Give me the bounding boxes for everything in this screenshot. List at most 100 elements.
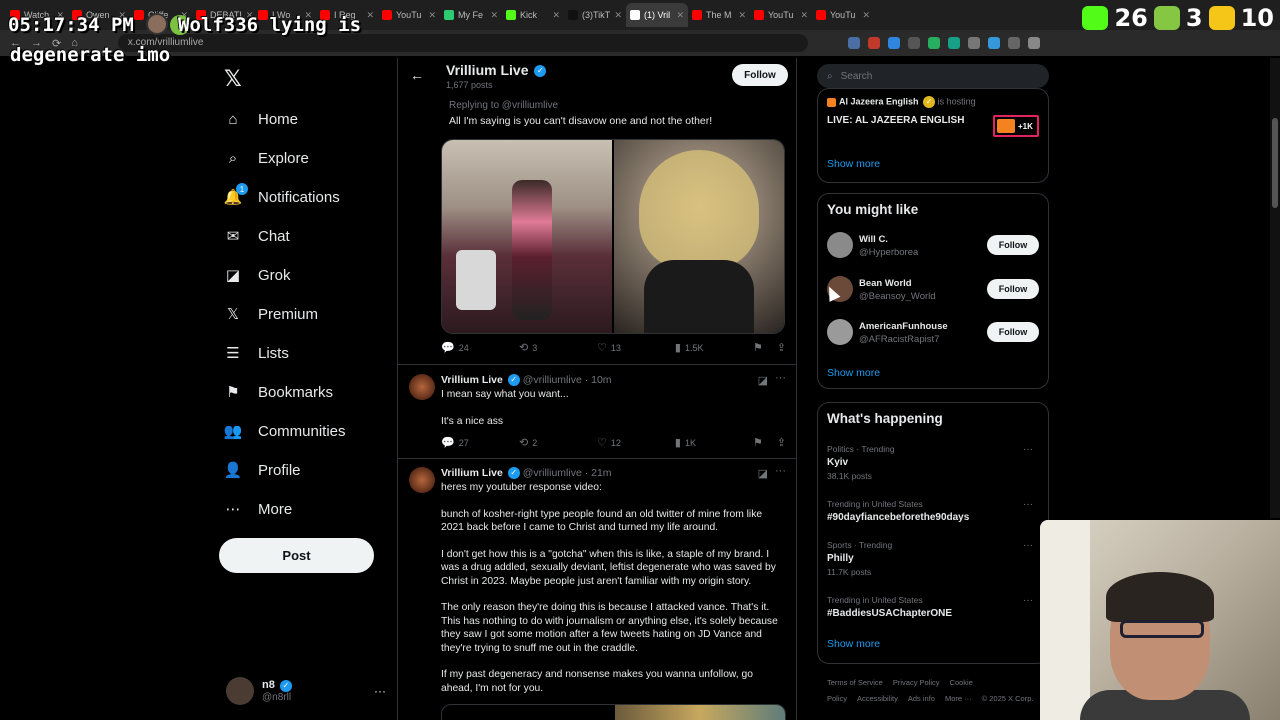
post-button[interactable]: Post — [219, 538, 374, 573]
extension-icon[interactable] — [947, 37, 960, 49]
reply-button[interactable]: 💬 27 — [441, 436, 519, 449]
follow-suggestion[interactable]: Will C. @Hyperborea Follow — [827, 232, 1039, 262]
close-icon[interactable]: ✕ — [490, 10, 498, 21]
reply-button[interactable]: 💬 24 — [441, 341, 519, 354]
replying-to[interactable]: Replying to @vrilliumlive — [449, 100, 558, 111]
sidebar-item-notifications[interactable]: 🔔 1 Notifications — [224, 182, 340, 212]
suggestion-name[interactable]: Bean World — [859, 278, 912, 289]
browser-tab[interactable]: (3)TikT ✕ — [564, 3, 626, 27]
x-logo-icon[interactable]: 𝕏 — [224, 66, 242, 92]
sidebar-item-bookmarks[interactable]: ⚑ Bookmarks — [224, 377, 333, 407]
extension-icon[interactable] — [907, 37, 920, 49]
extension-icon[interactable] — [1007, 37, 1020, 49]
bookmark-icon[interactable]: ⚑ — [753, 436, 763, 449]
follow-button[interactable]: Follow — [987, 279, 1039, 299]
avatar[interactable] — [409, 374, 435, 400]
footer-link[interactable]: Accessibility — [857, 694, 898, 703]
sidebar-item-explore[interactable]: ⌕ Explore — [224, 143, 309, 173]
extension-icon[interactable] — [867, 37, 880, 49]
account-switcher[interactable]: n8 ✓ @n8rll ··· — [226, 674, 386, 708]
trend-item[interactable]: Trending in United States #BaddiesUSAChap… — [827, 595, 1039, 619]
share-icon[interactable]: ⇪ — [777, 341, 786, 354]
avatar[interactable] — [409, 467, 435, 493]
close-icon[interactable]: ✕ — [738, 10, 746, 21]
share-icon[interactable]: ⇪ — [777, 436, 786, 449]
sidebar-item-premium[interactable]: 𝕏 Premium — [224, 299, 318, 329]
more-options-icon[interactable]: ··· — [1023, 499, 1033, 510]
more-options-icon[interactable]: ··· — [1023, 444, 1033, 455]
like-button[interactable]: ♡ 12 — [597, 436, 675, 449]
back-arrow-icon[interactable]: ← — [410, 67, 424, 83]
live-title[interactable]: LIVE: AL JAZEERA ENGLISH — [827, 115, 964, 126]
browser-tab[interactable]: YouTu ✕ — [812, 3, 874, 27]
trend-item[interactable]: Trending in United States #90dayfiancebef… — [827, 499, 1039, 523]
follow-button[interactable]: Follow — [987, 235, 1039, 255]
follow-suggestion[interactable]: AmericanFunhouse @AFRacistRapist7 Follow — [827, 319, 1039, 349]
views-button[interactable]: ▮ 1.5K — [675, 341, 753, 354]
browser-tab[interactable]: YouTu ✕ — [378, 3, 440, 27]
search-input[interactable]: ⌕ Search — [817, 64, 1049, 88]
trend-item[interactable]: Politics · Trending Kyiv 38.1K posts ··· — [827, 444, 1039, 481]
extension-icon[interactable] — [887, 37, 900, 49]
sidebar-item-communities[interactable]: 👥 Communities — [224, 416, 346, 446]
extension-icon[interactable] — [1027, 37, 1040, 49]
sidebar-item-chat[interactable]: ✉ Chat — [224, 221, 290, 251]
more-options-icon[interactable]: ··· — [1023, 540, 1033, 551]
browser-tab[interactable]: YouTu ✕ — [750, 3, 812, 27]
extension-icon[interactable] — [987, 37, 1000, 49]
avatar[interactable] — [827, 232, 853, 258]
sidebar-item-more[interactable]: ⋯ More — [224, 494, 293, 524]
follow-suggestion[interactable]: Bean World @Beansoy_World Follow — [827, 276, 1039, 306]
show-more-link[interactable]: Show more — [827, 638, 880, 650]
extension-icon[interactable] — [927, 37, 940, 49]
url-field[interactable]: x.com/vrilliumlive — [117, 34, 808, 52]
like-button[interactable]: ♡ 13 — [597, 341, 675, 354]
sidebar-item-profile[interactable]: 👤 Profile — [224, 455, 301, 485]
close-icon[interactable]: ✕ — [428, 10, 436, 21]
footer-link[interactable]: Terms of Service — [827, 678, 883, 687]
more-options-icon[interactable]: ··· — [1023, 595, 1033, 606]
footer-link[interactable]: © 2025 X Corp. — [982, 694, 1034, 703]
media-image-left[interactable] — [442, 140, 612, 333]
tweet-media[interactable] — [441, 139, 785, 334]
browser-tab[interactable]: Kick ✕ — [502, 3, 564, 27]
close-icon[interactable]: ✕ — [676, 10, 684, 21]
media-image-right[interactable] — [614, 140, 784, 333]
bookmark-icon[interactable]: ⚑ — [753, 341, 763, 354]
footer-link[interactable]: More ··· — [945, 694, 972, 703]
more-options-icon[interactable]: ··· — [374, 684, 386, 698]
sidebar-item-lists[interactable]: ☰ Lists — [224, 338, 289, 368]
repost-button[interactable]: ⟲ 2 — [519, 436, 597, 449]
extension-icon[interactable] — [847, 37, 860, 49]
sidebar-item-home[interactable]: ⌂ Home — [224, 104, 298, 134]
footer-link[interactable]: Privacy Policy — [893, 678, 940, 687]
close-icon[interactable]: ✕ — [800, 10, 808, 21]
browser-tab[interactable]: My Fe ✕ — [440, 3, 502, 27]
show-more-link[interactable]: Show more — [827, 367, 880, 379]
grok-icon[interactable]: ◪ — [758, 467, 768, 480]
scrollbar[interactable] — [1270, 58, 1280, 518]
close-icon[interactable]: ✕ — [862, 10, 870, 21]
more-options-icon[interactable]: ··· — [775, 372, 786, 384]
extension-icon[interactable] — [967, 37, 980, 49]
close-icon[interactable]: ✕ — [614, 10, 622, 21]
follow-button[interactable]: Follow — [732, 64, 788, 86]
avatar[interactable] — [827, 319, 853, 345]
tweet-media[interactable] — [441, 704, 786, 720]
live-host[interactable]: Al Jazeera English ✓ is hosting — [827, 96, 976, 108]
footer-link[interactable]: Ads info — [908, 694, 935, 703]
views-button[interactable]: ▮ 1K — [675, 436, 753, 449]
close-icon[interactable]: ✕ — [552, 10, 560, 21]
close-icon[interactable]: ✕ — [366, 10, 374, 21]
suggestion-name[interactable]: Will C. — [859, 234, 888, 245]
show-more-link[interactable]: Show more — [827, 158, 880, 170]
sidebar-item-grok[interactable]: ◪ Grok — [224, 260, 291, 290]
trend-item[interactable]: Sports · Trending Philly 11.7K posts ··· — [827, 540, 1039, 577]
more-options-icon[interactable]: ··· — [775, 465, 786, 477]
follow-button[interactable]: Follow — [987, 322, 1039, 342]
grok-icon[interactable]: ◪ — [758, 374, 768, 387]
listeners-badge[interactable]: +1K — [993, 115, 1039, 137]
browser-tab[interactable]: The M ✕ — [688, 3, 750, 27]
browser-tab[interactable]: (1) Vril ✕ — [626, 3, 688, 27]
suggestion-name[interactable]: AmericanFunhouse — [859, 321, 948, 332]
